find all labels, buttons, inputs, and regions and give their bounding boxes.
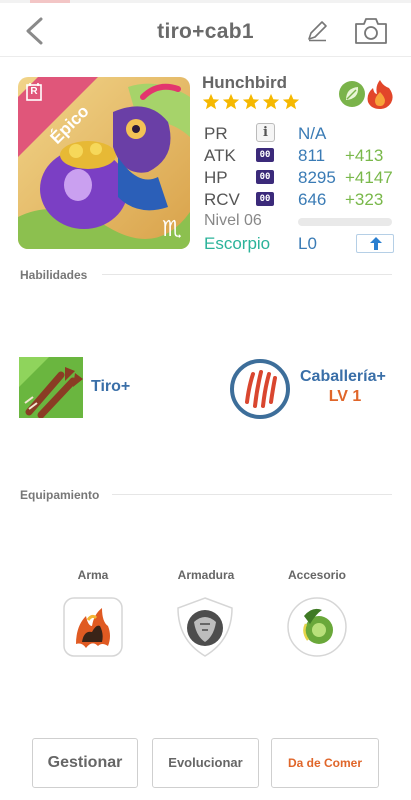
fire-claw-icon[interactable] <box>62 596 124 658</box>
stat-bonus: +4147 <box>345 168 393 187</box>
green-leaf-orb-icon[interactable] <box>286 596 348 658</box>
stat-label: PR <box>204 124 228 143</box>
camera-icon[interactable] <box>354 15 388 47</box>
star-icon <box>262 93 280 110</box>
stats-panel: PR i N/A ATK 00 811 +413 HP 00 8295 +414… <box>204 122 394 254</box>
header-divider <box>0 56 411 57</box>
fire-icon <box>367 80 393 109</box>
rarity-badge: R <box>30 86 38 97</box>
stat-label: HP <box>204 168 228 187</box>
stat-row-atk: ATK 00 811 +413 <box>204 144 394 166</box>
stat-value: N/A <box>298 124 327 143</box>
upgrade-button[interactable] <box>356 234 394 253</box>
stat-bonus: +323 <box>345 190 384 209</box>
stat-bonus: +413 <box>345 146 384 165</box>
evolve-button[interactable]: Evolucionar <box>152 738 259 788</box>
zodiac-label: Escorpio <box>204 234 271 253</box>
equip-label-armor: Armadura <box>177 568 235 582</box>
steel-armor-icon[interactable] <box>174 596 236 658</box>
stat-row-hp: HP 00 8295 +4147 <box>204 166 394 188</box>
status-mark <box>30 0 70 3</box>
stat-row-rcv: RCV 00 646 +323 <box>204 188 394 210</box>
feed-button[interactable]: Da de Comer <box>271 738 379 788</box>
star-icon <box>202 93 220 110</box>
level-progress-bar <box>298 218 392 226</box>
zodiac-level: L0 <box>298 234 317 253</box>
equipment-divider <box>112 494 392 495</box>
star-icon <box>242 93 260 110</box>
arrow-up-icon <box>370 237 382 250</box>
page-title: tiro+cab1 <box>157 20 254 43</box>
status-strip <box>0 0 411 3</box>
star-icon <box>282 93 300 110</box>
zodiac-symbol: ♏ <box>162 217 182 242</box>
equipment-section-title: Equipamiento <box>20 488 100 502</box>
equip-label-accessory: Accesorio <box>287 568 347 582</box>
manage-button[interactable]: Gestionar <box>32 738 138 788</box>
star-icon <box>222 93 240 110</box>
monster-name: Hunchbird <box>202 73 287 92</box>
arrows-skill-icon[interactable] <box>19 357 83 418</box>
equip-label-weapon: Arma <box>77 568 109 582</box>
skill-level: LV 1 <box>328 388 362 405</box>
stat-value: 811 <box>298 146 326 165</box>
skill-name[interactable]: Tiro+ <box>91 378 130 396</box>
stat-badge: 00 <box>256 148 274 162</box>
level-label: Nivel 06 <box>204 212 262 229</box>
claw-skill-icon[interactable] <box>229 358 291 420</box>
stat-row-pr: PR i N/A <box>204 122 394 144</box>
stat-value: 646 <box>298 190 327 209</box>
header: tiro+cab1 <box>0 8 411 54</box>
stat-badge: 00 <box>256 170 274 184</box>
skills-section-title: Habilidades <box>20 268 88 282</box>
skill-name[interactable]: Caballería+ <box>300 368 386 386</box>
skills-divider <box>102 274 392 275</box>
info-icon[interactable]: i <box>256 123 275 142</box>
level-row: Nivel 06 <box>204 210 394 232</box>
pencil-icon[interactable] <box>304 18 330 44</box>
monster-card[interactable]: R Épico ♏ <box>18 77 190 249</box>
stat-label: ATK <box>204 146 236 165</box>
zodiac-row: Escorpio L0 <box>204 232 394 254</box>
stat-label: RCV <box>204 190 240 209</box>
stat-value: 8295 <box>298 168 336 187</box>
star-rating <box>202 93 300 113</box>
leaf-icon <box>339 81 365 107</box>
stat-badge: 00 <box>256 192 274 206</box>
